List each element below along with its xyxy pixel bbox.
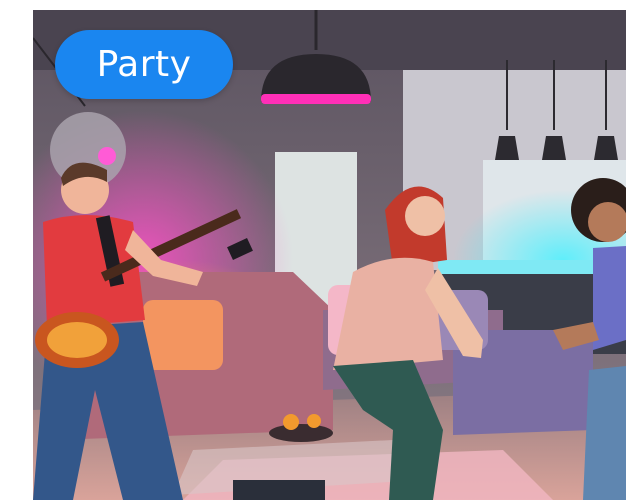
party-mode-label: Party xyxy=(55,30,233,99)
page-margin xyxy=(0,0,33,500)
